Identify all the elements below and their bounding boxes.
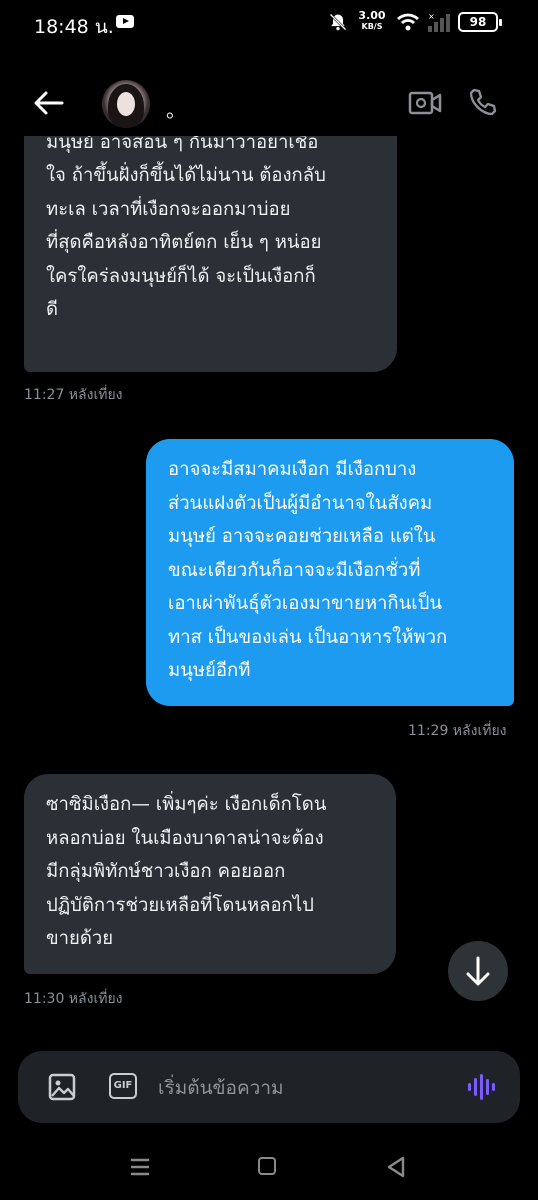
message-line: เอาเผ่าพันธุ์ตัวเองมาขายหากินเป็น: [168, 593, 442, 614]
message-line: อาจจะมีสมาคมเงือก มีเงือกบาง: [168, 459, 417, 480]
message-line: ทะเล เวลาที่เงือกจะออกมาบ่อย: [46, 198, 291, 220]
message-line: ทาส เป็นของเล่น เป็นอาหารให้พวก: [168, 626, 448, 648]
message-timestamp: 11:27 หลังเที่ยง: [24, 387, 123, 403]
message-line: ที่สุดคือหลังอาทิตย์ตก เย็น ๆ หน่อย: [46, 232, 322, 253]
message-line: หลอกบ่อย ในเมืองบาดาลน่าจะต้อง: [46, 827, 324, 849]
gif-icon[interactable]: GIF: [109, 1073, 137, 1099]
network-speed-value: 3.00: [358, 9, 386, 22]
message-line: ส่วนแฝงตัวเป็นผู้มีอำนาจในสังคม: [168, 492, 433, 514]
message-line: มีกลุ่มพิทักษ์ชาวเงือก คอยออก: [46, 861, 286, 882]
youtube-notification-icon: [116, 15, 134, 28]
message-line: มนุษย์ อาจจะคอยช่วยเหลือ แต่ใน: [168, 526, 436, 547]
arrow-down-icon: [466, 956, 490, 986]
system-navigation-bar: [0, 1140, 538, 1200]
message-line: ขณะเดียวกันก็อาจจะมีเงือกชั่วที่: [168, 559, 421, 581]
message-bubble-outgoing[interactable]: อาจจะมีสมาคมเงือก มีเงือกบาง ส่วนแฝงตัวเ…: [146, 439, 514, 706]
message-line: ปฏิบัติการช่วยเหลือที่โดนหลอกไป: [46, 894, 314, 916]
message-text: ซาซิมิเงือก— เพิ่มๆค่ะ เงือกเด็กโดน หลอก…: [46, 788, 374, 956]
mute-notifications-icon: [329, 13, 347, 31]
home-icon[interactable]: [258, 1157, 276, 1175]
message-list[interactable]: ชาย แต่เงือกก็ไม่ได้ไว้ใจ มนุษย์ อาจสอน …: [0, 136, 538, 1036]
recent-apps-icon[interactable]: [130, 1158, 150, 1176]
image-icon[interactable]: [48, 1073, 76, 1101]
network-speed: 3.00 KB/S: [356, 10, 388, 32]
message-text: อาจจะมีสมาคมเงือก มีเงือกบาง ส่วนแฝงตัวเ…: [168, 453, 492, 688]
message-composer: GIF: [18, 1051, 520, 1123]
message-line: ดี: [46, 299, 59, 320]
message-line: ใจ ถ้าขึ้นฝั่งก็ขึ้นได้ไม่นาน ต้องกลับ: [46, 165, 326, 186]
wifi-icon: [397, 13, 419, 31]
svg-text:×: ×: [428, 12, 435, 21]
chat-header: 。: [0, 70, 538, 136]
signal-icon: ×: [428, 12, 450, 32]
message-line: ใครใคร่ลงมนุษย์ก็ได้ จะเป็นเงือกก็: [46, 265, 316, 287]
video-call-icon[interactable]: [408, 90, 442, 116]
message-text: ชาย แต่เงือกก็ไม่ได้ไว้ใจ มนุษย์ อาจสอน …: [46, 136, 375, 327]
battery-indicator: 98: [458, 12, 502, 32]
back-arrow-icon[interactable]: [32, 88, 64, 118]
contact-avatar[interactable]: [102, 80, 150, 128]
voice-message-icon[interactable]: [466, 1071, 498, 1103]
message-input[interactable]: [156, 1073, 450, 1103]
network-speed-unit: KB/S: [361, 22, 383, 31]
contact-name[interactable]: 。: [166, 94, 186, 123]
message-line: ขายด้วย: [46, 928, 114, 949]
status-bar: 18:48 น. 3.00 KB/S × 98: [0, 0, 538, 50]
message-bubble-incoming[interactable]: ซาซิมิเงือก— เพิ่มๆค่ะ เงือกเด็กโดน หลอก…: [24, 774, 396, 974]
message-timestamp: 11:29 หลังเที่ยง: [408, 723, 507, 739]
nav-back-icon[interactable]: [386, 1156, 406, 1178]
message-line: ซาซิมิเงือก— เพิ่มๆค่ะ เงือกเด็กโดน: [46, 794, 327, 815]
message-line: มนุษย์อีกที: [168, 660, 251, 681]
status-time: 18:48 น.: [34, 16, 114, 38]
message-bubble-incoming[interactable]: ชาย แต่เงือกก็ไม่ได้ไว้ใจ มนุษย์ อาจสอน …: [24, 136, 397, 372]
phone-call-icon[interactable]: [468, 87, 498, 117]
scroll-to-bottom-button[interactable]: [448, 941, 508, 1001]
message-timestamp: 11:30 หลังเที่ยง: [24, 991, 123, 1007]
message-line: มนุษย์ อาจสอน ๆ กันมาว่าอย่าเชื่อ: [46, 136, 319, 153]
